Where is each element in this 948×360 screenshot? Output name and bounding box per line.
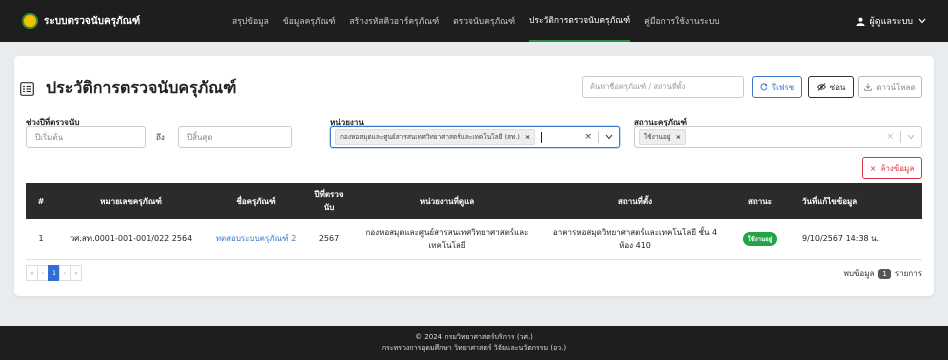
status-badge: ใช้งานอยู่ bbox=[742, 231, 778, 246]
nav-item-count[interactable]: ตรวจนับครุภัณฑ์ bbox=[453, 0, 515, 42]
cell-asset-no: วศ.สท.0001-001-001/022 2564 bbox=[56, 219, 206, 260]
chevron-down-icon bbox=[918, 18, 926, 24]
page-title: ประวัติการตรวจนับครุภัณฑ์ bbox=[46, 78, 237, 97]
status-select[interactable]: ใช้งานอยู่ × × bbox=[634, 126, 922, 148]
nav-item-summary[interactable]: สรุปข้อมูล bbox=[232, 0, 269, 42]
nav-item-qr[interactable]: สร้างรหัสคิวอาร์ครุภัณฑ์ bbox=[349, 0, 439, 42]
chip-remove-icon[interactable]: × bbox=[676, 133, 681, 141]
nav-item-history[interactable]: ประวัติการตรวจนับครุภัณฑ์ bbox=[529, 0, 631, 42]
nav-item-assets[interactable]: ข้อมูลครุภัณฑ์ bbox=[283, 0, 336, 42]
col-location[interactable]: สถานที่ตั้ง bbox=[542, 183, 728, 219]
clear-icon[interactable]: × bbox=[578, 132, 598, 142]
col-updated[interactable]: วันที่แก้ไขข้อมูล bbox=[792, 183, 922, 219]
logo-icon bbox=[22, 13, 38, 29]
result-summary: พบข้อมูล 1 รายการ bbox=[843, 268, 922, 279]
col-unit[interactable]: หน่วยงานที่ดูแล bbox=[352, 183, 542, 219]
nav-item-manual[interactable]: คู่มือการใช้งานระบบ bbox=[644, 0, 719, 42]
col-index[interactable]: # bbox=[26, 183, 56, 219]
year-start-input[interactable]: ปีเริ่มต้น bbox=[26, 126, 146, 148]
history-table: # หมายเลขครุภัณฑ์ ชื่อครุภัณฑ์ ปีที่ตรวจ… bbox=[26, 183, 922, 260]
cell-year: 2567 bbox=[306, 219, 352, 260]
refresh-button[interactable]: รีเฟรช bbox=[752, 76, 802, 98]
search-input[interactable]: ค้นหาชื่อครุภัณฑ์ / สถานที่ตั้ง bbox=[582, 76, 744, 98]
close-icon: × bbox=[869, 163, 877, 173]
unit-select-controls: × bbox=[578, 127, 619, 147]
clear-filters-button[interactable]: × ล้างข้อมูล bbox=[862, 157, 922, 179]
year-end-input[interactable]: ปีสิ้นสุด bbox=[178, 126, 292, 148]
chip-remove-icon[interactable]: × bbox=[525, 133, 530, 141]
top-navbar: ระบบตรวจนับครุภัณฑ์ สรุปข้อมูล ข้อมูลครุ… bbox=[0, 0, 948, 42]
between-label: ถึง bbox=[156, 133, 165, 142]
unit-select[interactable]: กองหอสมุดและศูนย์สารสนเทศวิทยาศาสตร์และเ… bbox=[330, 126, 620, 148]
download-button[interactable]: ดาวน์โหลด bbox=[858, 76, 922, 98]
cell-updated: 9/10/2567 14:38 น. bbox=[792, 219, 922, 260]
cell-index: 1 bbox=[26, 219, 56, 260]
col-asset-name[interactable]: ชื่อครุภัณฑ์ bbox=[206, 183, 306, 219]
footer: © 2024 กรมวิทยาศาสตร์บริการ (วศ.) กระทรว… bbox=[0, 326, 948, 360]
refresh-icon bbox=[760, 83, 768, 91]
unit-chip: กองหอสมุดและศูนย์สารสนเทศวิทยาศาสตร์และเ… bbox=[335, 129, 536, 145]
col-year[interactable]: ปีที่ตรวจนับ bbox=[306, 183, 352, 219]
page-header: ประวัติการตรวจนับครุภัณฑ์ bbox=[20, 76, 236, 101]
eye-slash-icon bbox=[816, 83, 826, 91]
cell-location: อาคารหอสมุดวิทยาศาสตร์และเทคโนโลยี ชั้น … bbox=[542, 219, 728, 260]
status-select-controls: × bbox=[880, 127, 921, 147]
col-status[interactable]: สถานะ bbox=[728, 183, 792, 219]
chevron-down-icon[interactable] bbox=[901, 134, 921, 140]
cell-status: ใช้งานอยู่ bbox=[728, 219, 792, 260]
footer-copyright: © 2024 กรมวิทยาศาสตร์บริการ (วศ.) bbox=[415, 333, 533, 341]
text-caret bbox=[541, 131, 543, 143]
result-count-badge: 1 bbox=[878, 268, 891, 279]
user-menu[interactable]: ผู้ดูแลระบบ bbox=[856, 0, 926, 42]
brand[interactable]: ระบบตรวจนับครุภัณฑ์ bbox=[22, 13, 140, 29]
table-row: 1 วศ.สท.0001-001-001/022 2564 ทดสอบระบบค… bbox=[26, 219, 922, 260]
footer-ministry: กระทรวงการอุดมศึกษา วิทยาศาสตร์ วิจัยและ… bbox=[381, 344, 567, 352]
chevron-down-icon[interactable] bbox=[599, 134, 619, 140]
status-chip: ใช้งานอยู่ × bbox=[639, 129, 687, 145]
asset-name-link[interactable]: ทดสอบระบบครุภัณฑ์ 2 bbox=[206, 219, 306, 260]
hide-button[interactable]: ซ่อน bbox=[808, 76, 854, 98]
page-last-button[interactable]: » bbox=[70, 265, 82, 281]
nav-menu: สรุปข้อมูล ข้อมูลครุภัณฑ์ สร้างรหัสคิวอา… bbox=[232, 0, 734, 42]
col-asset-no[interactable]: หมายเลขครุภัณฑ์ bbox=[56, 183, 206, 219]
table-header-row: # หมายเลขครุภัณฑ์ ชื่อครุภัณฑ์ ปีที่ตรวจ… bbox=[26, 183, 922, 219]
download-icon bbox=[864, 83, 873, 91]
user-icon bbox=[856, 17, 866, 26]
cell-unit: กองหอสมุดและศูนย์สารสนเทศวิทยาศาสตร์และเ… bbox=[352, 219, 542, 260]
pagination: « ‹ 1 › » bbox=[26, 265, 82, 281]
user-name: ผู้ดูแลระบบ bbox=[869, 17, 913, 27]
clear-icon[interactable]: × bbox=[880, 132, 900, 142]
list-icon bbox=[20, 81, 34, 96]
brand-name: ระบบตรวจนับครุภัณฑ์ bbox=[44, 15, 141, 27]
